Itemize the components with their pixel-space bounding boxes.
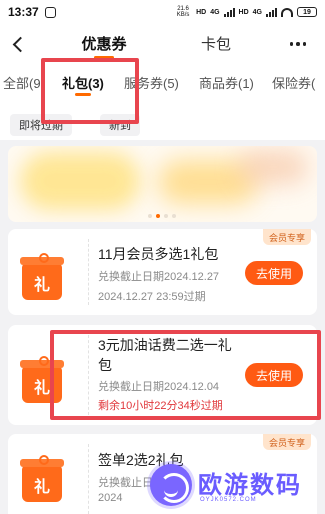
banner-dot bbox=[172, 214, 176, 218]
network-tag-hd-2: HD bbox=[238, 8, 249, 16]
coupon-expire-time: 2024 bbox=[98, 492, 123, 504]
status-indicators: 21.6 KB/s HD 4G HD 4G 19 bbox=[174, 6, 317, 18]
annotation-box-gift-tab bbox=[41, 58, 139, 124]
battery-level: 19 bbox=[303, 8, 311, 16]
status-bar: 13:37 21.6 KB/s HD 4G HD 4G 19 bbox=[0, 0, 325, 24]
gift-box-icon: 礼 bbox=[20, 455, 64, 502]
more-options-icon[interactable] bbox=[284, 32, 312, 56]
watermark: 欧游数码 OYJK0572.COM bbox=[150, 462, 322, 514]
category-tab-goods-coupon[interactable]: 商品券(1) bbox=[199, 73, 254, 92]
back-arrow-icon[interactable] bbox=[4, 30, 32, 58]
coupon-deadline: 兑换截止日期2024.12.27 bbox=[98, 271, 220, 283]
network-tag-4g: 4G bbox=[210, 8, 220, 16]
banner-dot bbox=[148, 214, 152, 218]
status-time: 13:37 bbox=[8, 5, 39, 19]
promo-banner[interactable] bbox=[8, 146, 317, 222]
network-speed: 21.6 KB/s bbox=[174, 6, 192, 18]
category-tab-all[interactable]: 全部(9 bbox=[3, 73, 41, 92]
signal-icon bbox=[223, 7, 235, 17]
tab-card-pack[interactable]: 卡包 bbox=[198, 33, 234, 54]
tab-coupons[interactable]: 优惠券 bbox=[76, 33, 132, 54]
gift-icon-text: 礼 bbox=[33, 479, 50, 496]
annotation-box-coupon bbox=[50, 330, 321, 420]
signal-icon-2 bbox=[266, 7, 277, 17]
coupon-card[interactable]: 会员专享 礼 11月会员多选1礼包 兑换截止日期2024.12.27 2024.… bbox=[8, 229, 317, 315]
coupon-title: 11月会员多选1礼包 bbox=[98, 246, 219, 262]
banner-pagination bbox=[148, 214, 176, 218]
watermark-logo-icon bbox=[150, 464, 192, 506]
banner-artwork bbox=[20, 152, 140, 210]
banner-dot-active bbox=[156, 214, 160, 218]
wifi-icon bbox=[281, 7, 293, 17]
banner-dot bbox=[164, 214, 168, 218]
network-speed-unit: KB/s bbox=[176, 12, 190, 18]
gift-box-icon: 礼 bbox=[20, 253, 64, 300]
member-exclusive-badge: 会员专享 bbox=[262, 229, 311, 245]
app-notification-icon bbox=[44, 6, 56, 18]
card-divider bbox=[88, 239, 89, 305]
gift-icon-text: 礼 bbox=[33, 380, 50, 397]
watermark-text: 欧游数码 bbox=[198, 472, 302, 499]
category-tab-insurance-coupon[interactable]: 保险券( bbox=[272, 73, 315, 92]
banner-artwork-3 bbox=[238, 150, 308, 184]
network-tag-hd: HD bbox=[196, 8, 207, 16]
gift-icon-text: 礼 bbox=[33, 277, 50, 294]
card-divider bbox=[88, 444, 89, 514]
member-exclusive-badge: 会员专享 bbox=[262, 434, 311, 450]
coupon-expire-time: 2024.12.27 23:59过期 bbox=[98, 291, 206, 303]
network-tag-4g-2: 4G bbox=[252, 8, 262, 16]
watermark-domain: OYJK0572.COM bbox=[200, 497, 257, 503]
battery-icon: 19 bbox=[297, 7, 317, 17]
use-coupon-button[interactable]: 去使用 bbox=[245, 261, 303, 285]
